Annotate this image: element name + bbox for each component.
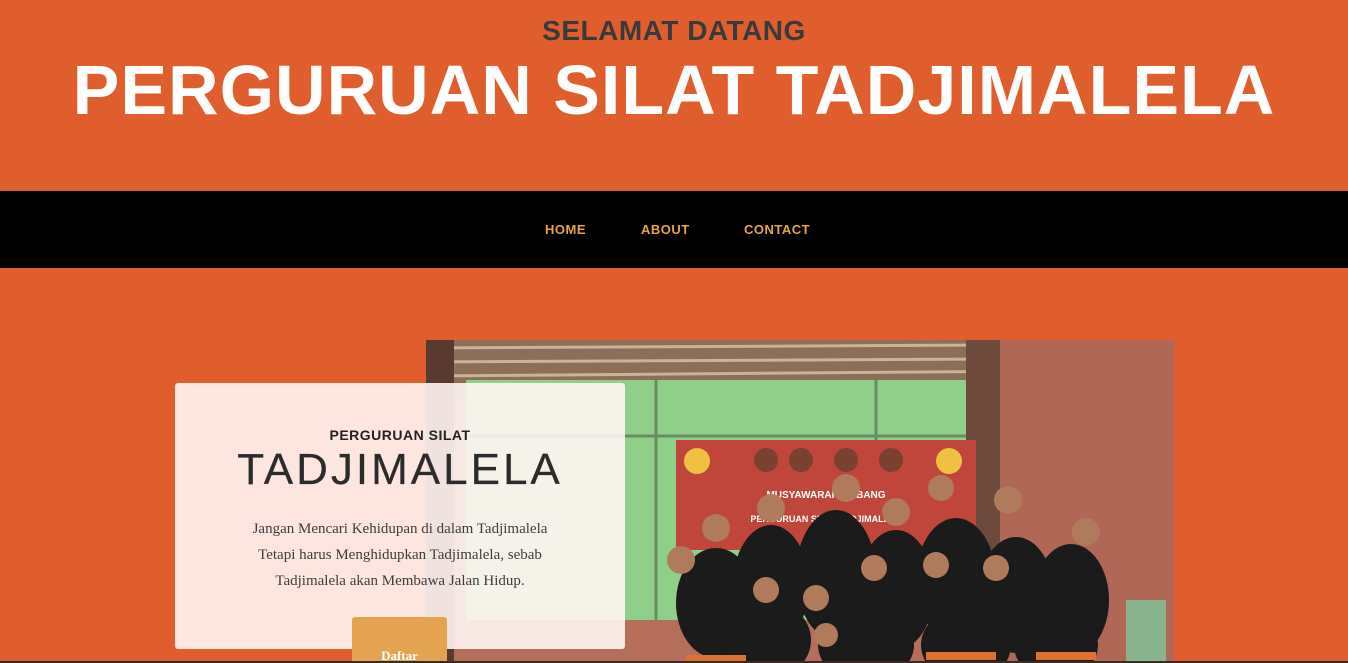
main-navbar: HOME ABOUT CONTACT <box>0 191 1348 268</box>
welcome-greeting: SELAMAT DATANG <box>542 15 806 46</box>
site-header: SELAMAT DATANG PERGURUAN SILAT TADJIMALE… <box>0 0 1348 191</box>
motto-line: Tetapi harus Menghidupkan Tadjimalela, s… <box>258 547 542 563</box>
banner-emblem-icon <box>936 448 962 474</box>
motto-line: Jangan Mencari Kehidupan di dalam Tadjim… <box>252 521 548 537</box>
nav-about-link[interactable]: ABOUT <box>641 222 690 237</box>
nav-contact-link[interactable]: CONTACT <box>744 222 810 237</box>
motto-line: Tadjimalela akan Membawa Jalan Hidup. <box>275 573 525 589</box>
card-subtitle: PERGURUAN SILAT <box>329 427 471 443</box>
banner-text: MUSYAWARAH CABANG <box>766 490 885 501</box>
motto-quote: Jangan Mencari Kehidupan di dalam Tadjim… <box>215 516 585 594</box>
register-button[interactable]: Daftar <box>352 617 447 663</box>
banner-logo-icon <box>684 448 710 474</box>
card-title: TADJIMALELA <box>237 445 563 494</box>
site-title: PERGURUAN SILAT TADJIMALELA <box>72 51 1276 129</box>
intro-card: PERGURUAN SILAT TADJIMALELA Jangan Menca… <box>175 383 625 649</box>
nav-home-link[interactable]: HOME <box>545 222 586 237</box>
